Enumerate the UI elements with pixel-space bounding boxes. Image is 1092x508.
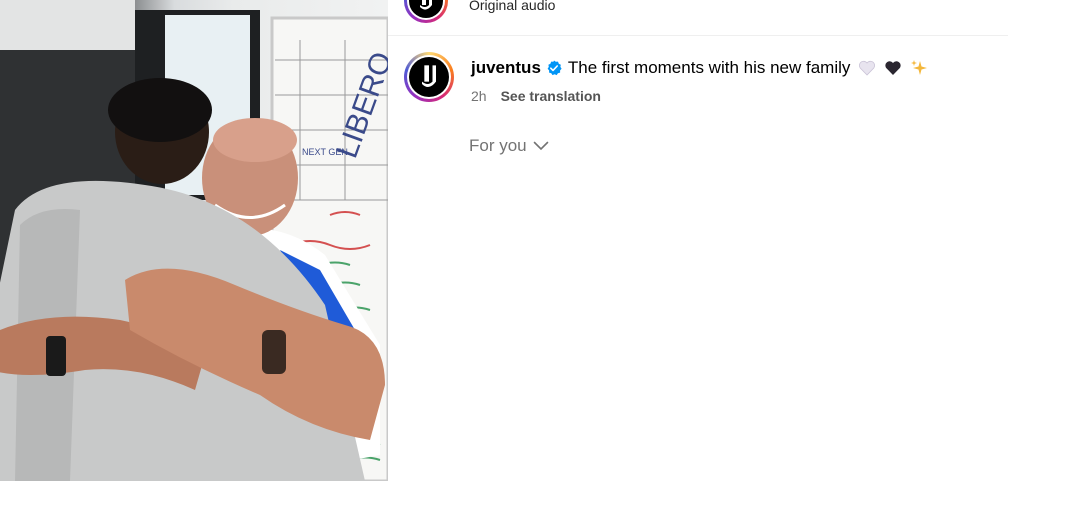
avatar[interactable] bbox=[404, 52, 454, 102]
post-time[interactable]: 2h bbox=[471, 88, 487, 104]
caption-text: The first moments with his new family bbox=[567, 58, 851, 77]
verified-badge-icon bbox=[546, 60, 562, 76]
black-heart-icon bbox=[884, 59, 902, 77]
for-you-dropdown[interactable]: For you bbox=[469, 136, 549, 156]
username-link[interactable]: juventus bbox=[471, 57, 541, 79]
post-details-panel: Original audio juventus The first moment… bbox=[388, 0, 1092, 508]
post-media-video[interactable]: LIBERO NEXT GEN bbox=[0, 0, 388, 481]
original-audio-link[interactable]: Original audio bbox=[469, 0, 555, 13]
white-heart-icon bbox=[858, 59, 876, 77]
juventus-logo-icon bbox=[409, 0, 443, 18]
audio-row bbox=[404, 0, 448, 23]
post-header bbox=[404, 52, 454, 102]
post-meta: 2h See translation bbox=[471, 88, 601, 104]
post-caption: juventus The first moments with his new … bbox=[471, 57, 928, 79]
juventus-logo-icon bbox=[409, 57, 449, 97]
media-scene: LIBERO NEXT GEN bbox=[0, 0, 388, 481]
avatar[interactable] bbox=[404, 0, 448, 23]
for-you-label: For you bbox=[469, 136, 527, 155]
divider bbox=[388, 35, 1008, 36]
sparkles-icon bbox=[910, 59, 928, 77]
see-translation-button[interactable]: See translation bbox=[501, 88, 601, 104]
chevron-down-icon bbox=[533, 136, 549, 156]
board-text-next-gen: NEXT GEN bbox=[302, 147, 348, 157]
